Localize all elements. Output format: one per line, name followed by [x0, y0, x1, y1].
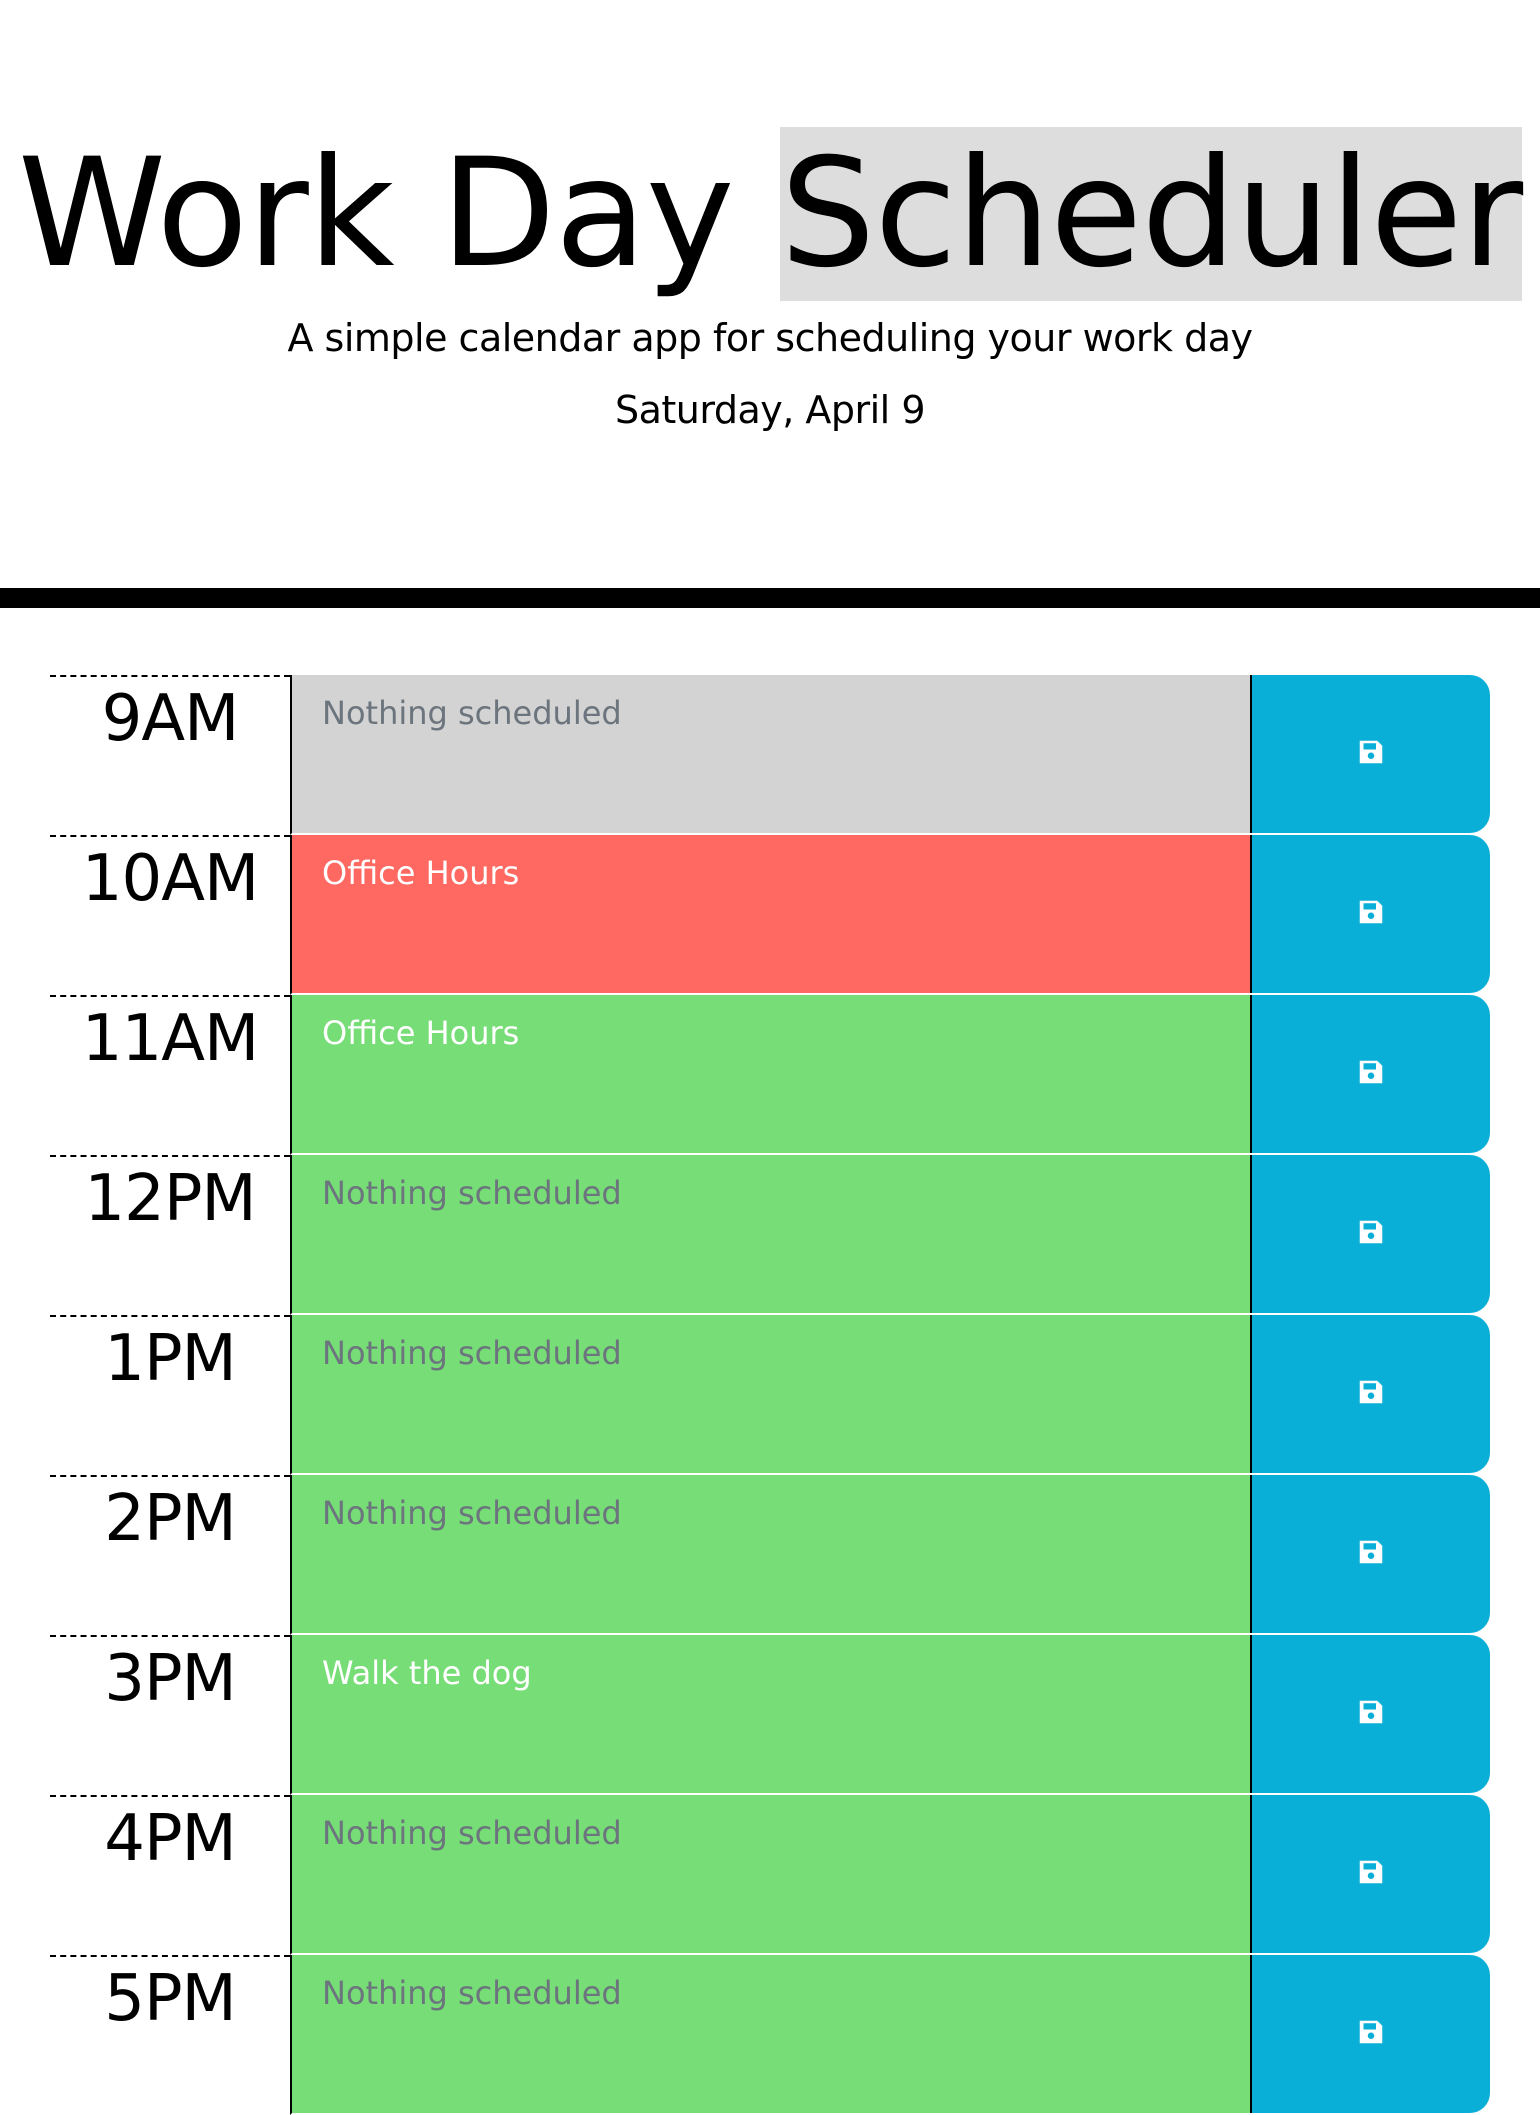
hour-label: 1PM: [50, 1315, 290, 1475]
lead-text: A simple calendar app for scheduling you…: [287, 316, 1253, 360]
description-textarea[interactable]: Office Hours: [290, 835, 1251, 995]
description-placeholder: Nothing scheduled: [322, 1974, 622, 2012]
description-placeholder: Nothing scheduled: [322, 1814, 622, 1852]
time-block: 10AM Office Hours: [0, 835, 1540, 995]
description-textarea[interactable]: Nothing scheduled: [290, 675, 1251, 835]
floppy-disk-icon: [1356, 1537, 1386, 1571]
description-textarea[interactable]: Nothing scheduled: [290, 1315, 1251, 1475]
description-textarea[interactable]: Nothing scheduled: [290, 1795, 1251, 1955]
header: Work Day Scheduler A simple calendar app…: [0, 0, 1540, 608]
description-placeholder: Nothing scheduled: [322, 694, 622, 732]
floppy-disk-icon: [1356, 1377, 1386, 1411]
description-textarea[interactable]: Nothing scheduled: [290, 1955, 1251, 2115]
time-block: 3PM Walk the dog: [0, 1635, 1540, 1795]
description-textarea[interactable]: Nothing scheduled: [290, 1155, 1251, 1315]
time-block: 11AM Office Hours: [0, 995, 1540, 1155]
floppy-disk-icon: [1356, 1217, 1386, 1251]
hour-label: 12PM: [50, 1155, 290, 1315]
time-block: 5PM Nothing scheduled: [0, 1955, 1540, 2115]
description-textarea[interactable]: Nothing scheduled: [290, 1475, 1251, 1635]
hour-label: 11AM: [50, 995, 290, 1155]
time-block: 9AM Nothing scheduled: [0, 675, 1540, 835]
description-text: Walk the dog: [322, 1654, 532, 1692]
hour-label: 2PM: [50, 1475, 290, 1635]
schedule: 9AM Nothing scheduled 10AM Office Hours …: [0, 675, 1540, 2115]
floppy-disk-icon: [1356, 1057, 1386, 1091]
floppy-disk-icon: [1356, 1857, 1386, 1891]
time-block: 1PM Nothing scheduled: [0, 1315, 1540, 1475]
save-button[interactable]: [1250, 1155, 1490, 1313]
floppy-disk-icon: [1356, 2017, 1386, 2051]
hour-label: 10AM: [50, 835, 290, 995]
save-button[interactable]: [1250, 1475, 1490, 1633]
floppy-disk-icon: [1356, 737, 1386, 771]
hour-label: 4PM: [50, 1795, 290, 1955]
time-block: 12PM Nothing scheduled: [0, 1155, 1540, 1315]
description-placeholder: Nothing scheduled: [322, 1334, 622, 1372]
save-button[interactable]: [1250, 1955, 1490, 2113]
description-textarea[interactable]: Walk the dog: [290, 1635, 1251, 1795]
description-text: Office Hours: [322, 1014, 520, 1052]
hour-label: 3PM: [50, 1635, 290, 1795]
page-title: Work Day Scheduler: [0, 116, 1540, 312]
page-title-highlighted: Scheduler: [780, 127, 1523, 301]
description-placeholder: Nothing scheduled: [322, 1494, 622, 1532]
current-day: Saturday, April 9: [614, 388, 926, 432]
header-divider: [0, 588, 1540, 608]
save-button[interactable]: [1250, 1795, 1490, 1953]
hour-label: 5PM: [50, 1955, 290, 2115]
time-block: 4PM Nothing scheduled: [0, 1795, 1540, 1955]
description-text: Office Hours: [322, 854, 520, 892]
save-button[interactable]: [1250, 1635, 1490, 1793]
save-button[interactable]: [1250, 835, 1490, 993]
time-block: 2PM Nothing scheduled: [0, 1475, 1540, 1635]
description-textarea[interactable]: Office Hours: [290, 995, 1251, 1155]
save-button[interactable]: [1250, 675, 1490, 833]
page-title-part1: Work Day: [17, 127, 781, 301]
hour-label: 9AM: [50, 675, 290, 835]
save-button[interactable]: [1250, 995, 1490, 1153]
floppy-disk-icon: [1356, 1697, 1386, 1731]
floppy-disk-icon: [1356, 897, 1386, 931]
save-button[interactable]: [1250, 1315, 1490, 1473]
description-placeholder: Nothing scheduled: [322, 1174, 622, 1212]
